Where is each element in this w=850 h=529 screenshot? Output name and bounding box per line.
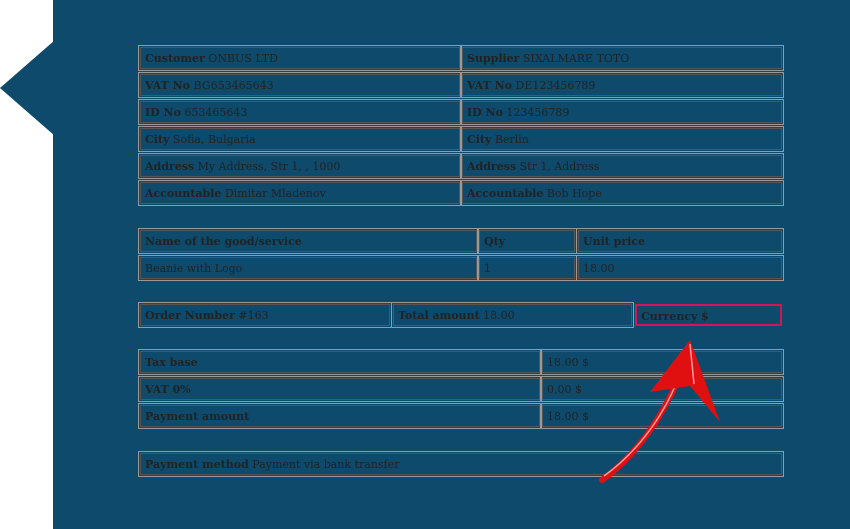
goods-header-qty: Qty bbox=[477, 228, 577, 254]
supplier-id-cell: ID No 123456789 bbox=[460, 99, 784, 125]
customer-name-cell: Customer ONBUS LTD bbox=[138, 45, 462, 71]
goods-header-unit-price: Unit price bbox=[576, 228, 784, 254]
currency-cell: Currency $ bbox=[635, 304, 782, 326]
supplier-name-cell: Supplier SIXALMARE TOTO bbox=[460, 45, 784, 71]
supplier-accountable-cell: Accountable Bob Hope bbox=[460, 180, 784, 206]
goods-row-qty: 1 bbox=[477, 255, 577, 281]
customer-vat-cell: VAT No BG653465643 bbox=[138, 72, 462, 98]
goods-row-name: Beanie with Logo bbox=[138, 255, 479, 281]
red-arrow-icon bbox=[599, 340, 720, 483]
tax-base-label: Tax base bbox=[138, 349, 542, 375]
goods-header-name: Name of the good/service bbox=[138, 228, 479, 254]
left-notch-shape bbox=[0, 40, 55, 136]
goods-row-unit-price: 18.00 bbox=[576, 255, 784, 281]
supplier-vat-cell: VAT No DE123456789 bbox=[460, 72, 784, 98]
supplier-city-cell: City Berlin bbox=[460, 126, 784, 152]
customer-address-cell: Address My Address, Str 1, , 1000 bbox=[138, 153, 462, 179]
payment-amount-label: Payment amount bbox=[138, 403, 542, 429]
total-amount-cell: Total amount 18.00 bbox=[391, 302, 634, 328]
customer-city-cell: City Sofia, Bulgaria bbox=[138, 126, 462, 152]
order-number-cell: Order Number #163 bbox=[138, 302, 392, 328]
customer-accountable-cell: Accountable Dimitar Mladenov bbox=[138, 180, 462, 206]
vat-label: VAT 0% bbox=[138, 376, 542, 402]
customer-id-cell: ID No 653465643 bbox=[138, 99, 462, 125]
supplier-address-cell: Address Str 1, Address bbox=[460, 153, 784, 179]
